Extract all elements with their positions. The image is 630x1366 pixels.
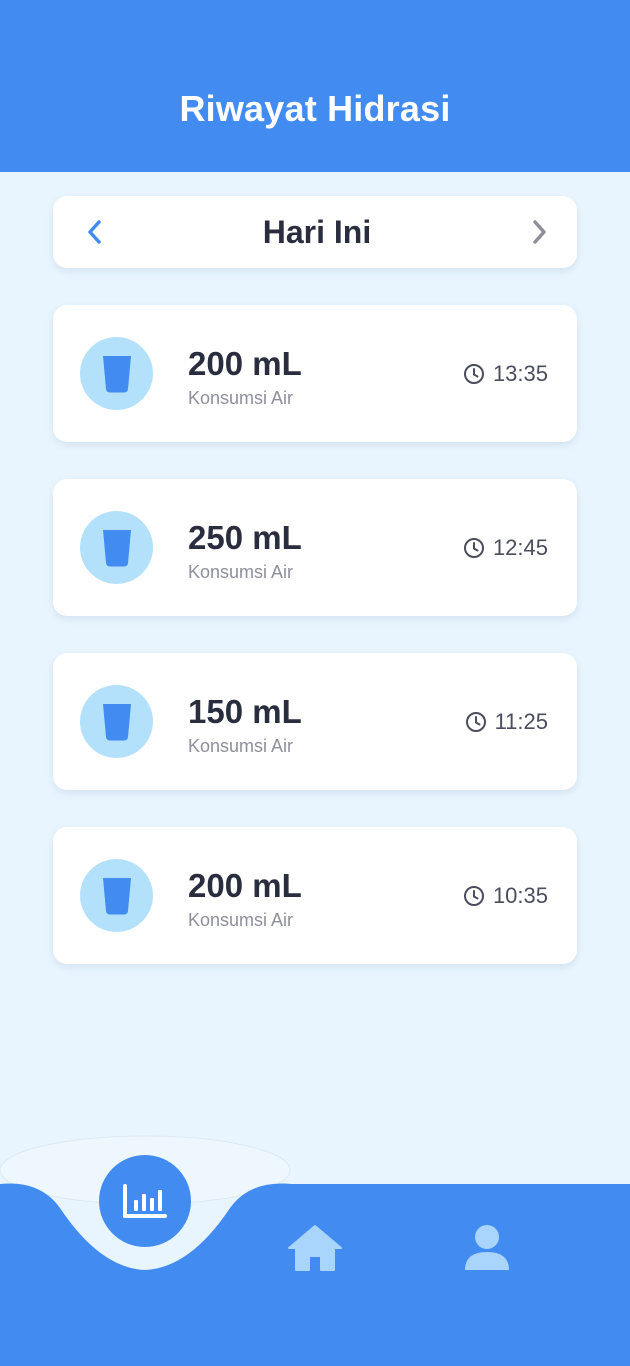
day-title: Hari Ini [262,213,372,250]
cup-avatar [80,511,153,584]
next-day-button[interactable] [525,218,553,246]
entry-time: 11:25 [494,709,548,734]
user-icon [465,1225,509,1270]
hydration-history-list: 200 mL Konsumsi Air 13:35 250 mL Konsums… [53,305,577,1001]
entry-time-group: 13:35 [463,361,548,387]
day-navigator: Hari Ini [53,196,577,268]
water-cup-icon [102,529,131,566]
clock-icon [463,364,484,384]
clock-icon [463,538,484,558]
history-entry-card[interactable]: 150 mL Konsumsi Air 11:25 [53,653,577,790]
entry-amount: 150 mL [188,693,302,730]
entry-time-group: 12:45 [463,535,548,561]
history-entry-card[interactable]: 200 mL Konsumsi Air 10:35 [53,827,577,964]
entry-label: Konsumsi Air [188,388,294,408]
home-icon [288,1225,342,1271]
page-title: Riwayat Hidrasi [179,88,451,129]
clock-icon [463,886,484,906]
cup-avatar [80,859,153,932]
water-cup-icon [102,877,131,914]
cup-avatar [80,337,153,410]
entry-time: 12:45 [492,535,548,560]
history-entry-card[interactable]: 250 mL Konsumsi Air 12:45 [53,479,577,616]
entry-label: Konsumsi Air [188,910,294,930]
entry-time-group: 11:25 [465,709,548,735]
previous-day-button[interactable] [81,218,109,246]
entry-time-group: 10:35 [463,883,548,909]
entry-amount: 250 mL [188,519,302,556]
bar-chart-icon [123,1184,167,1218]
nav-home-button[interactable] [286,1222,344,1274]
entry-time: 13:35 [492,361,548,386]
entry-label: Konsumsi Air [188,736,294,756]
app-header: Riwayat Hidrasi [0,0,630,172]
cup-avatar [80,685,153,758]
chevron-left-icon [88,220,101,244]
nav-history-button[interactable] [99,1155,191,1247]
history-entry-card[interactable]: 200 mL Konsumsi Air 13:35 [53,305,577,442]
entry-amount: 200 mL [188,345,302,382]
chevron-right-icon [533,220,546,244]
entry-amount: 200 mL [188,867,302,904]
bottom-navigation-bar [0,1130,630,1366]
entry-time: 10:35 [492,883,548,908]
water-cup-icon [102,355,131,392]
entry-label: Konsumsi Air [188,562,294,582]
nav-profile-button[interactable] [460,1222,514,1274]
clock-icon [465,712,486,732]
water-cup-icon [102,703,131,740]
